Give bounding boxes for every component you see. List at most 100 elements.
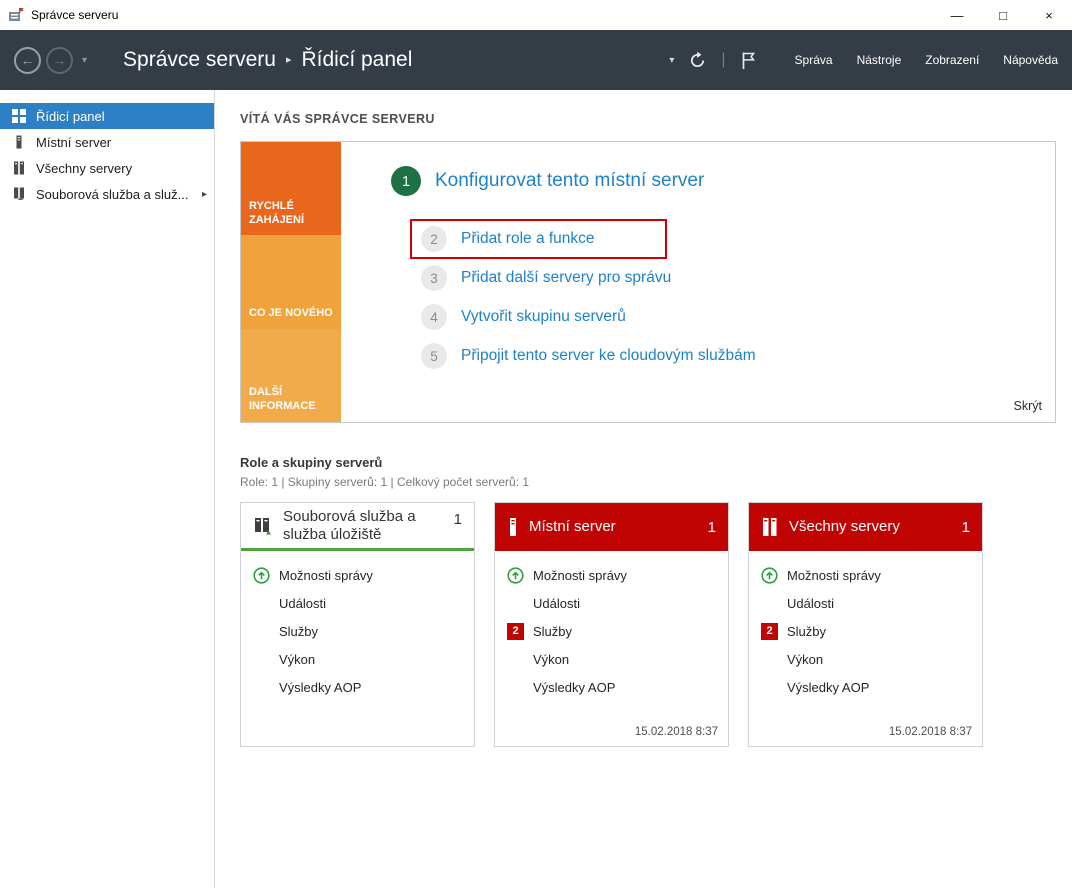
notifications-flag-icon[interactable] (740, 51, 757, 70)
tile-quick-start[interactable]: RYCHLÉ ZAHÁJENÍ (241, 142, 341, 235)
tile-label: CO JE NOVÉHO (249, 307, 333, 321)
welcome-tile: RYCHLÉ ZAHÁJENÍ CO JE NOVÉHO DALŠÍ INFOR… (240, 141, 1056, 423)
bpa-results-link[interactable]: Výsledky AOP (533, 680, 615, 695)
step-number-badge: 5 (421, 343, 447, 369)
card-title[interactable]: Souborová služba a služba úložiště (283, 508, 444, 544)
manageability-link[interactable]: Možnosti správy (533, 568, 627, 583)
sidebar-item-label: Řídicí panel (36, 109, 105, 124)
history-dropdown-icon[interactable]: ▾ (82, 55, 87, 66)
connect-cloud-services-link[interactable]: Připojit tento server ke cloudovým služb… (461, 347, 756, 365)
bpa-results-link[interactable]: Výsledky AOP (787, 680, 869, 695)
card-count: 1 (708, 519, 716, 536)
bpa-results-link[interactable]: Výsledky AOP (279, 680, 361, 695)
manageability-up-icon (505, 567, 533, 584)
all-servers-icon (11, 161, 27, 175)
alert-count-badge[interactable]: 2 (507, 623, 524, 640)
manageability-link[interactable]: Možnosti správy (787, 568, 881, 583)
card-row-manageability: Možnosti správy (759, 561, 972, 589)
sidebar-item-file-storage-services[interactable]: Souborová služba a služ... ▸ (0, 181, 214, 207)
menu-napoveda[interactable]: Nápověda (1003, 53, 1058, 67)
sidebar-item-label: Souborová služba a služ... (36, 187, 188, 202)
local-server-icon (11, 135, 27, 149)
card-header: Souborová služba a služba úložiště 1 (241, 503, 474, 551)
services-link[interactable]: Služby (533, 624, 572, 639)
alert-count-badge[interactable]: 2 (761, 623, 778, 640)
card-row-bpa-results: Výsledky AOP (251, 673, 464, 701)
address-dropdown-icon[interactable]: ▾ (669, 55, 674, 66)
step-connect-cloud-services: 5 Připojit tento server ke cloudovým slu… (421, 343, 1055, 369)
manageability-link[interactable]: Možnosti správy (279, 568, 373, 583)
card-row-performance: Výkon (759, 645, 972, 673)
sidebar-item-local-server[interactable]: Místní server (0, 129, 214, 155)
card-header: Všechny servery 1 (749, 503, 982, 551)
add-roles-features-link[interactable]: Přidat role a funkce (461, 230, 595, 248)
step-add-roles-features: 2 Přidat role a funkce (421, 219, 1055, 259)
last-refresh-timestamp: 15.02.2018 8:37 (889, 726, 972, 738)
card-body: Možnosti správy Události 2 Služby Vý (749, 551, 982, 746)
configure-local-server-link[interactable]: Konfigurovat tento místní server (435, 170, 704, 192)
card-body: Možnosti správy Události Služby Výk (241, 551, 474, 746)
sidebar-item-dashboard[interactable]: Řídicí panel (0, 103, 214, 129)
card-header: Místní server 1 (495, 503, 728, 551)
card-row-bpa-results: Výsledky AOP (505, 673, 718, 701)
step-number-badge: 1 (391, 166, 421, 196)
roles-heading: Role a skupiny serverů (240, 455, 1056, 470)
sidebar: Řídicí panel Místní server (0, 90, 215, 888)
breadcrumb-root[interactable]: Správce serveru (123, 48, 276, 72)
tile-learn-more[interactable]: DALŠÍ INFORMACE (241, 329, 341, 422)
dashboard-grid-icon (11, 109, 27, 123)
breadcrumb: Správce serveru ▸ Řídicí panel (123, 48, 412, 72)
refresh-icon[interactable] (688, 51, 707, 70)
card-row-events: Události (759, 589, 972, 617)
menu-bar: Správa Nástroje Zobrazení Nápověda (795, 53, 1058, 67)
step-configure-local-server: 1 Konfigurovat tento místní server (391, 166, 1055, 196)
events-link[interactable]: Události (279, 596, 326, 611)
events-link[interactable]: Události (787, 596, 834, 611)
titlebar: Správce serveru — □ × (0, 0, 1072, 30)
roles-section: Role a skupiny serverů Role: 1 | Skupiny… (240, 455, 1056, 747)
maximize-button[interactable]: □ (980, 0, 1026, 30)
last-refresh-timestamp: 15.02.2018 8:37 (635, 726, 718, 738)
file-service-icon (11, 187, 27, 201)
tile-whats-new[interactable]: CO JE NOVÉHO (241, 235, 341, 328)
card-row-services: Služby (251, 617, 464, 645)
breadcrumb-current[interactable]: Řídicí panel (301, 48, 412, 72)
card-row-events: Události (505, 589, 718, 617)
create-server-group-link[interactable]: Vytvořit skupinu serverů (461, 308, 626, 326)
card-title[interactable]: Všechny servery (789, 518, 900, 536)
performance-link[interactable]: Výkon (533, 652, 569, 667)
forward-button[interactable]: → (46, 47, 73, 74)
all-servers-icon (761, 517, 779, 537)
add-other-servers-link[interactable]: Přidat další servery pro správu (461, 269, 671, 287)
services-link[interactable]: Služby (279, 624, 318, 639)
menu-nastroje[interactable]: Nástroje (857, 53, 902, 67)
card-row-performance: Výkon (505, 645, 718, 673)
menu-zobrazeni[interactable]: Zobrazení (925, 53, 979, 67)
events-link[interactable]: Události (533, 596, 580, 611)
breadcrumb-separator-icon: ▸ (286, 53, 292, 66)
window-title: Správce serveru (31, 8, 118, 22)
card-row-manageability: Možnosti správy (251, 561, 464, 589)
card-row-performance: Výkon (251, 645, 464, 673)
quick-start-steps: 1 Konfigurovat tento místní server 2 Při… (341, 142, 1055, 422)
hide-link[interactable]: Skrýt (1014, 399, 1042, 413)
manageability-up-icon (759, 567, 787, 584)
menu-sprava[interactable]: Správa (795, 53, 833, 67)
expand-chevron-icon[interactable]: ▸ (202, 189, 207, 200)
main-content: VÍTÁ VÁS SPRÁVCE SERVERU RYCHLÉ ZAHÁJENÍ… (215, 90, 1072, 888)
welcome-heading: VÍTÁ VÁS SPRÁVCE SERVERU (240, 112, 1056, 126)
back-arrow-icon: ← (21, 52, 35, 68)
card-title[interactable]: Místní server (529, 518, 616, 536)
close-button[interactable]: × (1026, 0, 1072, 30)
card-all-servers: Všechny servery 1 Možnosti správy (748, 502, 983, 747)
roles-summary: Role: 1 | Skupiny serverů: 1 | Celkový p… (240, 475, 1056, 489)
performance-link[interactable]: Výkon (279, 652, 315, 667)
window-controls: — □ × (934, 0, 1072, 30)
minimize-button[interactable]: — (934, 0, 980, 30)
card-file-storage-services: Souborová služba a služba úložiště 1 (240, 502, 475, 747)
back-button[interactable]: ← (14, 47, 41, 74)
card-local-server: Místní server 1 Možnosti správy (494, 502, 729, 747)
performance-link[interactable]: Výkon (787, 652, 823, 667)
services-link[interactable]: Služby (787, 624, 826, 639)
sidebar-item-all-servers[interactable]: Všechny servery (0, 155, 214, 181)
